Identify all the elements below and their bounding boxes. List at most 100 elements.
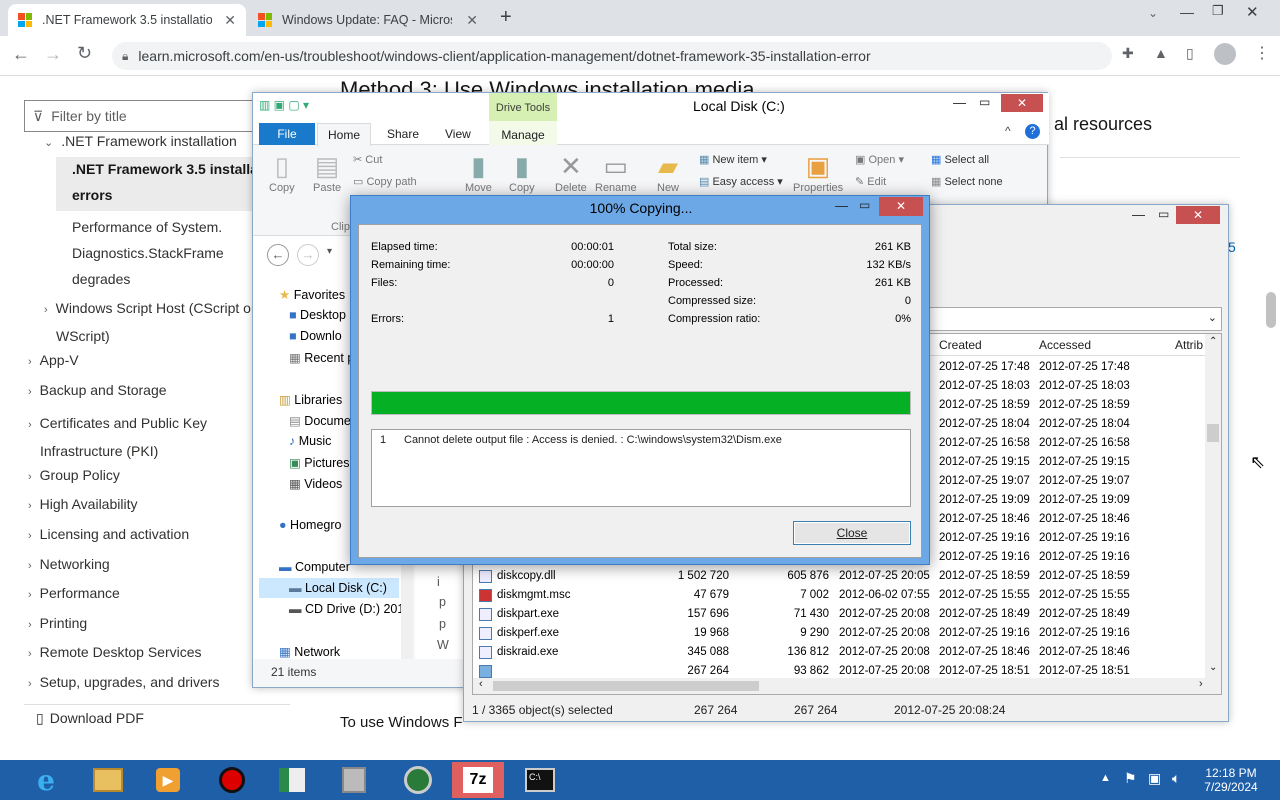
column-created[interactable]: Created [939, 338, 982, 352]
file-item[interactable]: W [437, 638, 449, 652]
column-accessed[interactable]: Accessed [1039, 338, 1091, 352]
file-item[interactable]: i [437, 575, 440, 589]
close-icon[interactable]: ✕ [879, 197, 923, 216]
copy-to-button[interactable]: ▮ Copy [509, 151, 535, 194]
horizontal-scrollbar[interactable]: ‹ › [473, 678, 1221, 694]
collapse-ribbon-icon[interactable]: ^ [1005, 124, 1011, 138]
rename-button[interactable]: ▭ Rename [595, 151, 637, 194]
toc-group-policy[interactable]: › Group Policy [28, 465, 120, 487]
table-row[interactable]: diskpart.exe 157 696 71 430 2012-07-25 20:0… [473, 605, 1203, 624]
extensions-icon[interactable]: ✚ [1122, 45, 1134, 62]
close-tab-icon[interactable]: ✕ [466, 12, 478, 29]
nav-homegroup[interactable]: ● Homegro [279, 518, 341, 532]
nav-cd-drive[interactable]: ▬ CD Drive (D:) 201 [289, 602, 404, 616]
path-combobox[interactable]: ⌄ [928, 307, 1222, 331]
error-messages-list[interactable]: 1 Cannot delete output file : Access is … [371, 429, 911, 507]
toc-setup-upgrades[interactable]: › Setup, upgrades, and drivers [28, 672, 219, 694]
address-bar[interactable]: 🔒︎ learn.microsoft.com/en-us/troubleshoo… [112, 42, 1112, 70]
nav-recent[interactable]: ▦ Recent p [289, 350, 354, 365]
nav-documents[interactable]: ▤ Docume [289, 413, 351, 428]
toc-performance-stackframe[interactable]: Performance of System. Diagnostics.StackF… [72, 214, 224, 292]
easy-access-button[interactable]: ▤ Easy access ▾ [699, 175, 783, 188]
tab-file[interactable]: File [259, 123, 315, 145]
toc-printing[interactable]: › Printing [28, 613, 87, 635]
toc-high-availability[interactable]: › High Availability [28, 494, 137, 516]
quick-access-icons[interactable]: ▥ ▣ ▢ ▾ [259, 98, 309, 112]
toc-windows-script-host[interactable]: › Windows Script Host (CScript or WScript) [44, 295, 256, 349]
select-none-button[interactable]: ▦ Select none [931, 175, 1003, 188]
nav-downloads[interactable]: ■ Downlo [289, 329, 342, 343]
scrollbar-thumb[interactable] [1207, 424, 1219, 442]
cut-button[interactable]: ✂ Cut [353, 153, 382, 166]
table-row[interactable]: diskperf.exe 19 968 9 290 2012-07-25 20:08 2… [473, 624, 1203, 643]
new-item-button[interactable]: ▦ New item ▾ [699, 153, 767, 166]
select-all-button[interactable]: ▦ Select all [931, 153, 989, 166]
side-panel-icon[interactable]: ▯ [1186, 45, 1194, 62]
forward-icon[interactable]: → [297, 244, 319, 266]
table-row[interactable]: diskcopy.dll 1 502 720 605 876 2012-07-25 2… [473, 567, 1203, 586]
close-window-icon[interactable]: ✕ [1246, 3, 1259, 21]
nav-videos[interactable]: ▦ Videos [289, 476, 342, 491]
help-icon[interactable]: ? [1025, 124, 1040, 139]
file-item[interactable]: p [439, 617, 446, 631]
nav-music[interactable]: ♪ Music [289, 434, 331, 448]
nav-computer[interactable]: ▬ Computer [279, 560, 350, 574]
table-row[interactable]: diskmgmt.msc 47 679 7 002 2012-06-02 07:55 2… [473, 586, 1203, 605]
app-icon[interactable] [266, 762, 318, 798]
properties-button[interactable]: ▣ Properties [793, 151, 843, 194]
nav-favorites[interactable]: ★ Favorites [279, 287, 345, 302]
toc-current-item[interactable]: .NET Framework 3.5 installat errors [72, 159, 263, 205]
tab-manage[interactable]: Manage [489, 121, 557, 145]
tab-windows-update[interactable]: Windows Update: FAQ - Microsof ✕ [248, 4, 488, 36]
copy-button[interactable]: ▯ Copy [269, 151, 295, 194]
resource-link[interactable]: 5 [1228, 239, 1236, 255]
nav-pictures[interactable]: ▣ Pictures [289, 455, 349, 470]
profile-avatar-icon[interactable] [1214, 43, 1236, 65]
file-explorer-icon[interactable] [82, 762, 134, 798]
close-button[interactable]: Close [793, 521, 911, 545]
nav-local-disk[interactable]: ▬ Local Disk (C:) [289, 581, 387, 595]
toc-certificates-pki[interactable]: › Certificates and Public Key Infrastructu… [28, 410, 207, 464]
media-player-icon[interactable]: ▶ [142, 762, 194, 798]
toc-licensing[interactable]: › Licensing and activation [28, 524, 189, 546]
file-item[interactable]: p [439, 595, 446, 609]
vertical-scrollbar[interactable]: ⌃ ⌄ [1205, 334, 1221, 678]
maximize-icon[interactable]: ▭ [1158, 207, 1169, 221]
hscroll-thumb[interactable] [493, 681, 759, 691]
back-icon[interactable]: ← [267, 244, 289, 266]
network-tray-icon[interactable]: ▣ [1148, 770, 1161, 787]
close-tab-icon[interactable]: ✕ [224, 12, 236, 29]
page-scrollbar-thumb[interactable] [1266, 292, 1276, 328]
reload-icon[interactable]: ↻ [77, 43, 92, 64]
forward-icon[interactable]: → [44, 44, 62, 65]
table-row[interactable]: diskraid.exe 345 088 136 812 2012-07-25 20:… [473, 643, 1203, 662]
toc-app-v[interactable]: › App-V [28, 350, 79, 372]
restore-icon[interactable]: ❐ [1212, 3, 1224, 19]
maximize-icon[interactable]: ▭ [979, 95, 990, 109]
close-icon[interactable]: ✕ [1001, 94, 1043, 112]
column-attrib[interactable]: Attrib [1175, 338, 1203, 352]
toc-backup-storage[interactable]: › Backup and Storage [28, 380, 167, 402]
labs-flask-icon[interactable]: ▲ [1154, 45, 1168, 61]
clock[interactable]: 12:18 PM 7/29/2024 [1196, 766, 1266, 794]
nav-network[interactable]: ▦ Network [279, 644, 340, 659]
back-icon[interactable]: ← [12, 44, 30, 65]
tab-home[interactable]: Home [317, 123, 371, 146]
minimize-icon[interactable]: — [1180, 4, 1194, 20]
edit-button[interactable]: ✎ Edit [855, 175, 886, 188]
toc-networking[interactable]: › Networking [28, 554, 110, 576]
delete-button[interactable]: ✕ Delete [555, 151, 587, 194]
menu-kebab-icon[interactable]: ⋮ [1254, 43, 1270, 63]
ie-icon[interactable]: e [20, 762, 72, 798]
globe-icon[interactable] [392, 762, 444, 798]
paste-button[interactable]: ▤ Paste [313, 151, 341, 194]
tab-view[interactable]: View [445, 127, 471, 141]
minimize-icon[interactable]: — [1132, 207, 1145, 222]
7zip-icon[interactable]: 7z [452, 762, 504, 798]
minimize-icon[interactable]: — [835, 198, 848, 213]
nav-desktop[interactable]: ■ Desktop [289, 308, 346, 322]
tab-search-icon[interactable]: ⌄ [1148, 6, 1158, 20]
minimize-icon[interactable]: — [953, 95, 966, 110]
show-hidden-icons[interactable]: ▲ [1100, 772, 1111, 784]
maximize-icon[interactable]: ▭ [859, 198, 870, 212]
